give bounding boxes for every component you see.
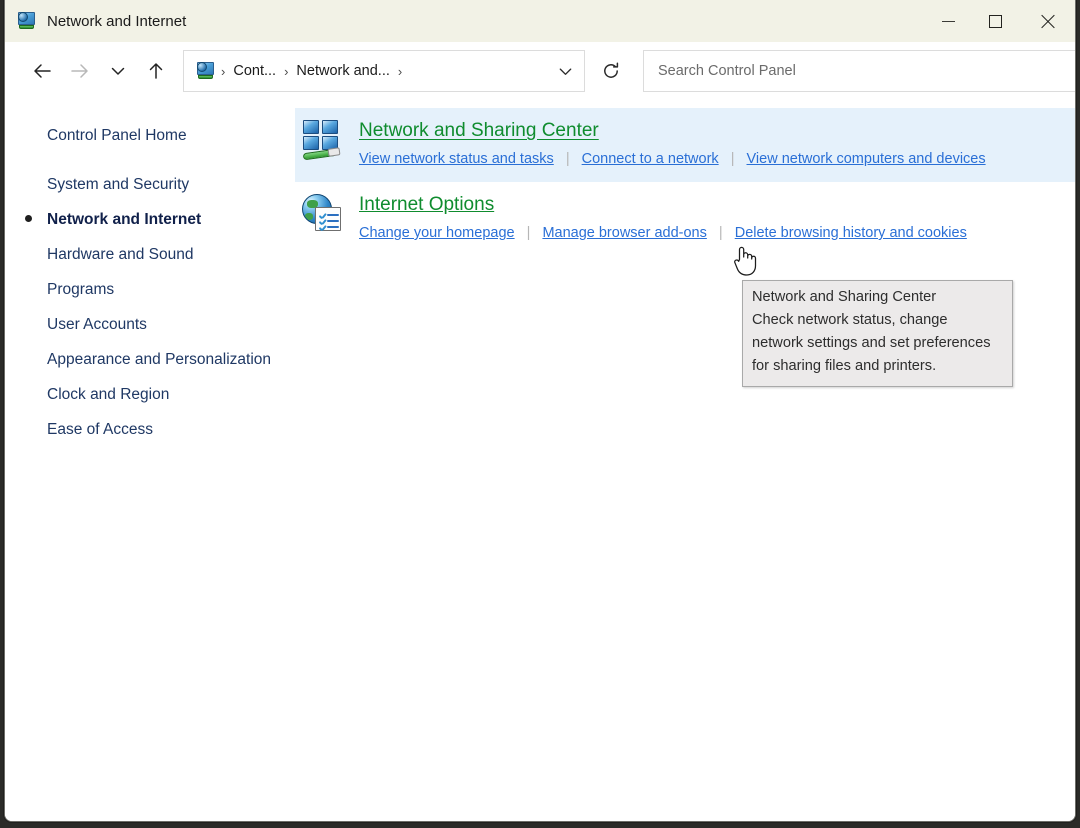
maximize-icon bbox=[989, 15, 1002, 28]
internet-options-icon bbox=[301, 192, 345, 236]
sublink-view-network-status-and-tasks[interactable]: View network status and tasks bbox=[359, 151, 554, 167]
category-text: Internet Options Change your homepage | … bbox=[359, 192, 1075, 244]
sublink-manage-browser-add-ons[interactable]: Manage browser add-ons bbox=[542, 225, 706, 241]
navigation-bar: › Cont... › Network and... › bbox=[5, 42, 1075, 100]
sidebar-item-ease-of-access[interactable]: Ease of Access bbox=[5, 412, 295, 447]
search-icon[interactable] bbox=[1075, 62, 1076, 81]
search-box[interactable] bbox=[643, 50, 1076, 92]
refresh-icon bbox=[601, 61, 621, 81]
tooltip-line: Network and Sharing Center bbox=[752, 286, 1003, 309]
category-text: Network and Sharing Center View network … bbox=[359, 118, 1075, 170]
sidebar-item-label: Control Panel Home bbox=[47, 127, 187, 144]
tooltip: Network and Sharing Center Check network… bbox=[742, 280, 1013, 387]
breadcrumb-item-control-panel[interactable]: Cont... bbox=[226, 59, 283, 83]
title-bar: Network and Internet bbox=[5, 0, 1075, 42]
category-list: Network and Sharing Center View network … bbox=[295, 100, 1075, 822]
tooltip-line: for sharing files and printers. bbox=[752, 355, 1003, 378]
sidebar-item-network-and-internet[interactable]: Network and Internet bbox=[5, 202, 295, 237]
sublink-separator: | bbox=[519, 225, 539, 241]
forward-button[interactable] bbox=[61, 52, 99, 90]
network-sharing-center-icon bbox=[301, 118, 345, 162]
window-controls bbox=[925, 0, 1075, 42]
search-input[interactable] bbox=[658, 63, 1075, 79]
close-icon bbox=[1039, 13, 1056, 30]
sidebar-item-label: System and Security bbox=[47, 176, 189, 193]
sublink-connect-to-a-network[interactable]: Connect to a network bbox=[582, 151, 719, 167]
title-bar-left: Network and Internet bbox=[5, 12, 925, 30]
sublink-view-network-computers-and-devices[interactable]: View network computers and devices bbox=[747, 151, 986, 167]
content-area: Control Panel Home System and Security N… bbox=[5, 100, 1075, 822]
chevron-down-icon bbox=[109, 62, 127, 80]
tooltip-line: network settings and set preferences bbox=[752, 332, 1003, 355]
arrow-left-icon bbox=[32, 61, 52, 81]
sidebar-item-system-and-security[interactable]: System and Security bbox=[5, 167, 295, 202]
address-bar[interactable]: › Cont... › Network and... › bbox=[183, 50, 585, 92]
arrow-up-icon bbox=[146, 61, 166, 81]
category-sublinks: Change your homepage | Manage browser ad… bbox=[359, 222, 1075, 244]
sidebar-item-clock-and-region[interactable]: Clock and Region bbox=[5, 377, 295, 412]
sidebar-item-label: Clock and Region bbox=[47, 386, 169, 403]
network-internet-icon bbox=[17, 12, 37, 30]
breadcrumb-separator[interactable]: › bbox=[397, 64, 403, 79]
sublink-change-your-homepage[interactable]: Change your homepage bbox=[359, 225, 515, 241]
category-internet-options[interactable]: Internet Options Change your homepage | … bbox=[295, 182, 1075, 256]
sidebar-item-label: Hardware and Sound bbox=[47, 246, 194, 263]
maximize-button[interactable] bbox=[972, 0, 1019, 42]
arrow-right-icon bbox=[70, 61, 90, 81]
up-button[interactable] bbox=[137, 52, 175, 90]
sidebar-item-user-accounts[interactable]: User Accounts bbox=[5, 307, 295, 342]
sublink-separator: | bbox=[723, 151, 743, 167]
sidebar-item-label: Appearance and Personalization bbox=[47, 351, 271, 368]
sidebar-item-appearance-and-personalization[interactable]: Appearance and Personalization bbox=[5, 342, 295, 377]
sidebar-item-control-panel-home[interactable]: Control Panel Home bbox=[5, 118, 295, 153]
category-title-link[interactable]: Network and Sharing Center bbox=[359, 118, 599, 144]
control-panel-icon bbox=[196, 62, 216, 80]
minimize-icon bbox=[942, 21, 955, 22]
category-sublinks: View network status and tasks | Connect … bbox=[359, 148, 1075, 170]
refresh-button[interactable] bbox=[593, 52, 629, 90]
chevron-down-icon bbox=[557, 63, 574, 80]
sidebar-item-hardware-and-sound[interactable]: Hardware and Sound bbox=[5, 237, 295, 272]
breadcrumb-item-network-and-internet[interactable]: Network and... bbox=[289, 59, 397, 83]
category-title-link[interactable]: Internet Options bbox=[359, 192, 494, 218]
sidebar-item-programs[interactable]: Programs bbox=[5, 272, 295, 307]
sublink-separator: | bbox=[558, 151, 578, 167]
back-button[interactable] bbox=[23, 52, 61, 90]
sidebar-item-label: Network and Internet bbox=[47, 211, 201, 228]
sidebar-item-label: Programs bbox=[47, 281, 114, 298]
window-title: Network and Internet bbox=[47, 13, 186, 30]
sidebar-item-label: Ease of Access bbox=[47, 421, 153, 438]
sidebar: Control Panel Home System and Security N… bbox=[5, 100, 295, 822]
sublink-delete-browsing-history-and-cookies[interactable]: Delete browsing history and cookies bbox=[735, 225, 967, 241]
tooltip-line: Check network status, change bbox=[752, 309, 1003, 332]
control-panel-window: Network and Internet bbox=[4, 0, 1076, 822]
sidebar-item-label: User Accounts bbox=[47, 316, 147, 333]
close-button[interactable] bbox=[1019, 0, 1075, 42]
recent-locations-button[interactable] bbox=[99, 52, 137, 90]
category-network-and-sharing-center[interactable]: Network and Sharing Center View network … bbox=[295, 108, 1075, 182]
sublink-separator: | bbox=[711, 225, 731, 241]
previous-locations-button[interactable] bbox=[550, 55, 580, 87]
minimize-button[interactable] bbox=[925, 0, 972, 42]
